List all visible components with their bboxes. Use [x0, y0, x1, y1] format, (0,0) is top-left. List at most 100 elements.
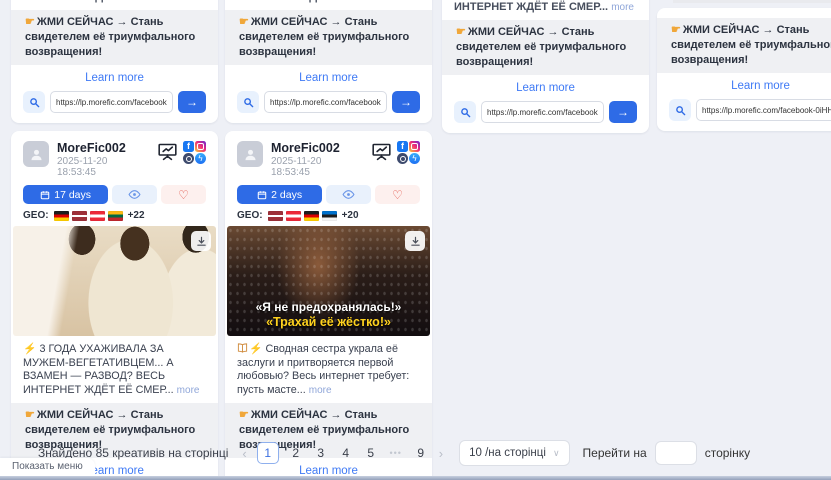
calendar-icon	[40, 190, 50, 200]
profile-info: MoreFic002 2025-11-20 18:53:45	[271, 141, 363, 178]
page-button-2[interactable]: 2	[288, 446, 304, 460]
url-row: →	[237, 91, 420, 113]
creative-image[interactable]: «Я не предохранялась!» «Трахай её жёстко…	[227, 226, 430, 336]
geo-more-count[interactable]: +22	[128, 210, 145, 221]
image-text-overlay: «Я не предохранялась!» «Трахай её жёстко…	[227, 300, 430, 330]
action-row: 2 days ♡	[237, 185, 420, 204]
page-ellipsis[interactable]: •••	[388, 448, 404, 458]
goto-page-input[interactable]	[655, 441, 697, 465]
favorite-button[interactable]: ♡	[161, 185, 206, 204]
geo-label: GEO:	[237, 210, 263, 221]
lightning-icon: ⚡	[23, 343, 36, 355]
body-text: 3 ГОДА УХАЖИВАЛА ЗА МУЖЕМ-ВЕГЕТАТИВЦЕМ..…	[23, 343, 174, 396]
more-link[interactable]: more	[394, 0, 417, 3]
download-image-button[interactable]	[191, 231, 211, 251]
analytics-icon[interactable]	[157, 141, 178, 162]
avatar	[237, 141, 263, 167]
landing-url-input[interactable]	[696, 99, 831, 121]
page-size-value: 10 /на сторінці	[469, 447, 546, 459]
creative-card-main-1: MoreFic002 2025-11-20 18:53:45 17 days	[11, 131, 218, 480]
overlay-line-2: «Трахай её жёстко!»	[227, 315, 430, 330]
profile-icons	[157, 141, 206, 164]
creative-image[interactable]	[13, 226, 216, 336]
timestamp: 2025-11-20 18:53:45	[271, 156, 363, 178]
search-button[interactable]	[454, 101, 476, 123]
search-button[interactable]	[237, 91, 259, 113]
landing-url-input[interactable]	[264, 91, 387, 113]
more-link[interactable]: more	[309, 385, 332, 396]
page-button-9[interactable]: 9	[413, 446, 429, 460]
download-image-button[interactable]	[405, 231, 425, 251]
overlay-line-1: «Я не предохранялась!»	[227, 300, 430, 315]
truncated-body-text: ИНТЕРНЕТ ЖДЁТ ЕЁ СМЕР... more	[237, 0, 420, 4]
show-menu-tab[interactable]: Показать меню	[0, 458, 95, 476]
heart-icon: ♡	[178, 189, 189, 201]
landing-url-input[interactable]	[481, 101, 604, 123]
flag-at-icon	[286, 211, 301, 221]
page-button-5[interactable]: 5	[363, 446, 379, 460]
creative-card-partial-3: ИНТЕРНЕТ ЖДЁТ ЕЁ СМЕР... more ☛ЖМИ СЕЙЧА…	[442, 0, 649, 133]
facebook-icon	[397, 141, 408, 152]
page-button-3[interactable]: 3	[313, 446, 329, 460]
goto-label-prefix: Перейти на	[583, 446, 647, 460]
page-button-4[interactable]: 4	[338, 446, 354, 460]
cta-box: ☛ЖМИ СЕЙЧАС → Стань свидетелем её триумф…	[442, 20, 649, 75]
analytics-icon[interactable]	[371, 141, 392, 162]
truncated-body-text: ИНТЕРНЕТ ЖДЁТ ЕЁ СМЕР... more	[454, 0, 637, 14]
search-icon	[29, 97, 40, 108]
flag-ee-icon	[322, 211, 337, 221]
book-icon	[237, 343, 248, 353]
more-link[interactable]: more	[611, 2, 634, 13]
learn-more-link[interactable]: Learn more	[454, 82, 637, 94]
creative-card-partial-1: ИНТЕРНЕТ ЖДЁТ ЕЁ СМЕР... more ☛ЖМИ СЕЙЧА…	[11, 0, 218, 123]
body-text: ИНТЕРНЕТ ЖДЁТ ЕЁ СМЕР...	[454, 1, 608, 13]
audience-network-icon	[183, 153, 194, 164]
bottom-edge-bar	[0, 476, 831, 480]
open-url-button[interactable]: →	[392, 91, 420, 113]
body-text: ИНТЕРНЕТ ЖДЁТ ЕЁ СМЕР...	[237, 0, 391, 3]
cta-box: ☛ЖМИ СЕЙЧАС → Стань свидетелем её триумф…	[657, 18, 831, 73]
more-link[interactable]: more	[177, 385, 200, 396]
favorite-button[interactable]: ♡	[375, 185, 420, 204]
prev-page-button[interactable]: ‹	[241, 446, 247, 461]
heart-icon: ♡	[392, 189, 403, 201]
preview-button[interactable]	[326, 185, 371, 204]
days-active-button[interactable]: 17 days	[23, 185, 108, 204]
days-active-button[interactable]: 2 days	[237, 185, 322, 204]
open-url-button[interactable]: →	[178, 91, 206, 113]
cta-text: ЖМИ СЕЙЧАС → Стань свидетелем её триумфа…	[239, 16, 409, 58]
cta-box: ☛ЖМИ СЕЙЧАС → Стань свидетелем её триумф…	[11, 10, 218, 65]
preview-button[interactable]	[112, 185, 157, 204]
creative-card-partial-2: ИНТЕРНЕТ ЖДЁТ ЕЁ СМЕР... more ☛ЖМИ СЕЙЧА…	[225, 0, 432, 123]
ad-body-text: ⚡ Сводная сестра украла её заслуги и при…	[237, 343, 420, 397]
profile-icons	[371, 141, 420, 164]
avatar	[23, 141, 49, 167]
open-url-button[interactable]: →	[609, 101, 637, 123]
landing-url-input[interactable]	[50, 91, 173, 113]
flag-lt-icon	[108, 211, 123, 221]
page-button-1[interactable]: 1	[257, 442, 279, 464]
search-button[interactable]	[669, 99, 691, 121]
account-name: MoreFic002	[57, 141, 149, 155]
card-edge-sliver	[673, 0, 831, 3]
geo-flags	[54, 211, 123, 221]
placements	[183, 141, 206, 164]
instagram-icon	[409, 141, 420, 152]
account-name: MoreFic002	[271, 141, 363, 155]
page-size-select[interactable]: 10 /на сторінці ∨	[459, 440, 569, 466]
more-link[interactable]: more	[180, 0, 203, 3]
search-button[interactable]	[23, 91, 45, 113]
download-icon	[196, 236, 207, 247]
learn-more-link[interactable]: Learn more	[669, 80, 831, 92]
learn-more-link[interactable]: Learn more	[23, 72, 206, 84]
column-4: ☛ЖМИ СЕЙЧАС → Стань свидетелем её триумф…	[657, 0, 831, 131]
next-page-button[interactable]: ›	[438, 446, 444, 461]
chevron-down-icon: ∨	[553, 448, 560, 459]
learn-more-link[interactable]: Learn more	[237, 72, 420, 84]
cta-box: ☛ЖМИ СЕЙЧАС → Стань свидетелем её триумф…	[225, 10, 432, 65]
days-label: 17 days	[54, 189, 91, 201]
eye-icon	[128, 188, 141, 201]
creative-card-partial-4: ☛ЖМИ СЕЙЧАС → Стань свидетелем её триумф…	[657, 8, 831, 131]
geo-more-count[interactable]: +20	[342, 210, 359, 221]
pointing-hand-icon: ☛	[671, 24, 681, 36]
